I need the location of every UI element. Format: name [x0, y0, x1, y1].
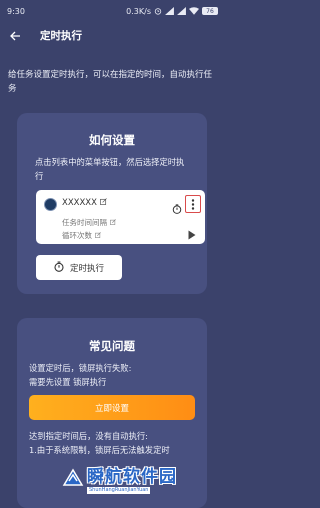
status-icons: 0.3K/s 76: [126, 7, 218, 16]
signal-icon: [165, 7, 174, 15]
timer-execute-label: 定时执行: [69, 263, 104, 274]
setup-now-button[interactable]: 立即设置: [29, 395, 195, 420]
faq-q2-line2: 1.由于系统限制，锁屏后无法触发定时: [29, 445, 170, 455]
example-task-item: XXXXXX 任务时间间隔 循环次数: [36, 190, 205, 244]
watermark-text: 瞬航软件园 ShunHangRuanJianYuan: [87, 467, 177, 494]
edit-icon: [95, 231, 101, 240]
menu-button[interactable]: [185, 195, 201, 213]
arrow-left-icon: [9, 26, 21, 45]
signal-icon: [177, 7, 186, 15]
how-to-description: 点击列表中的菜单按钮，然后选择定时执行: [35, 157, 185, 181]
watermark-logo-icon: [62, 467, 84, 493]
back-button[interactable]: [0, 22, 30, 48]
task-interval-row: 任务时间间隔: [62, 217, 116, 228]
play-icon[interactable]: [188, 225, 196, 244]
edit-icon: [100, 198, 107, 208]
timer-execute-button[interactable]: 定时执行: [36, 255, 122, 280]
status-time: 9:30: [7, 6, 25, 16]
how-to-card: 如何设置 点击列表中的菜单按钮，然后选择定时执行 XXXXXX 任务时间间隔 循…: [17, 113, 207, 294]
task-name-text: XXXXXX: [62, 198, 97, 208]
faq-q2-line1: 达到指定时间后，没有自动执行:: [29, 431, 148, 441]
faq-q1-line2: 需要先设置 锁屏执行: [29, 377, 107, 387]
watermark-main: 瞬航软件园: [87, 466, 177, 487]
faq-q1-line1: 设置定时后，锁屏执行失败:: [29, 363, 132, 373]
wifi-icon: [189, 7, 199, 15]
task-loop-row: 循环次数: [62, 230, 101, 241]
stopwatch-icon[interactable]: [172, 199, 182, 218]
header-bar: 定时执行: [0, 22, 225, 48]
how-to-title: 如何设置: [89, 133, 135, 147]
network-speed: 0.3K/s: [126, 6, 151, 16]
task-name: XXXXXX: [62, 198, 107, 208]
edit-icon: [110, 218, 116, 227]
task-loop-label: 循环次数: [62, 231, 92, 240]
watermark: 瞬航软件园 ShunHangRuanJianYuan: [62, 462, 202, 498]
page-title: 定时执行: [40, 29, 82, 42]
setup-now-label: 立即设置: [94, 403, 129, 414]
task-interval-label: 任务时间间隔: [62, 218, 107, 227]
alarm-icon: [154, 7, 162, 15]
stopwatch-icon: [54, 261, 64, 275]
battery-indicator: 76: [202, 7, 218, 15]
faq-title: 常见问题: [89, 339, 135, 353]
task-logo-icon: [44, 198, 57, 211]
watermark-sub: ShunHangRuanJianYuan: [87, 486, 151, 494]
vertical-dots-icon: [191, 195, 195, 214]
intro-text: 给任务设置定时执行，可以在指定的时间，自动执行任务: [8, 70, 213, 94]
status-bar: 9:30 0.3K/s 76: [0, 0, 225, 22]
